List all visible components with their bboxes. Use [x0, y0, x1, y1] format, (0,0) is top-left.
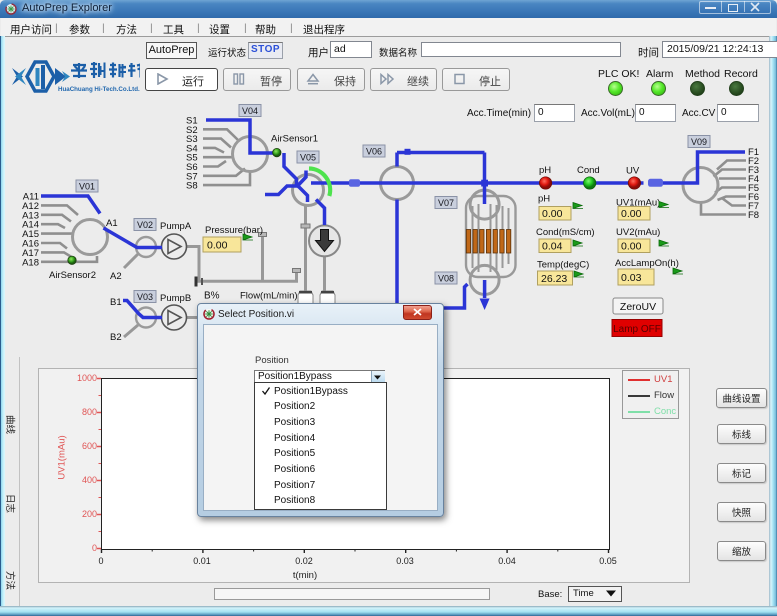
svg-text:Temp(degC): Temp(degC) [537, 260, 589, 271]
svg-text:A2: A2 [110, 271, 122, 282]
svg-text:F8: F8 [748, 210, 759, 221]
svg-text:V05: V05 [300, 153, 316, 163]
svg-text:A1: A1 [106, 218, 118, 229]
svg-text:0.03: 0.03 [621, 272, 642, 284]
svg-text:0.00: 0.00 [207, 240, 228, 252]
svg-text:AirSensor2: AirSensor2 [49, 270, 96, 281]
svg-text:Flow(mL/min): Flow(mL/min) [240, 291, 298, 302]
svg-text:B%: B% [204, 291, 220, 302]
svg-text:UV2(mAu): UV2(mAu) [616, 227, 660, 238]
svg-text:PumpA: PumpA [160, 221, 192, 232]
svg-text:V01: V01 [79, 182, 95, 192]
svg-text:B1: B1 [110, 297, 122, 308]
svg-text:B2: B2 [110, 332, 122, 343]
svg-text:UV: UV [626, 166, 640, 177]
svg-text:V06: V06 [366, 147, 382, 157]
svg-text:Pressure(bar): Pressure(bar) [205, 225, 263, 236]
svg-text:A18: A18 [22, 257, 39, 268]
svg-text:V04: V04 [242, 106, 258, 116]
svg-text:V08: V08 [438, 274, 454, 284]
svg-text:pH: pH [538, 194, 550, 205]
svg-text:Cond(mS/cm): Cond(mS/cm) [536, 227, 595, 238]
svg-text:V09: V09 [691, 137, 707, 147]
svg-text:V03: V03 [137, 292, 153, 302]
svg-text:V02: V02 [137, 220, 153, 230]
svg-text:HuaChuang Hi-Tech.Co.Ltd.: HuaChuang Hi-Tech.Co.Ltd. [58, 86, 140, 93]
svg-text:pH: pH [539, 165, 551, 176]
svg-text:0.00: 0.00 [621, 241, 642, 253]
svg-text:0.04: 0.04 [542, 241, 563, 253]
svg-text:AirSensor1: AirSensor1 [271, 134, 318, 145]
svg-text:S8: S8 [186, 181, 198, 192]
svg-text:PumpB: PumpB [160, 293, 191, 304]
svg-text:AccLampOn(h): AccLampOn(h) [615, 258, 679, 269]
svg-text:V07: V07 [438, 198, 454, 208]
svg-text:Cond: Cond [577, 165, 600, 176]
svg-text:Lamp OFF: Lamp OFF [613, 324, 661, 335]
svg-text:0.00: 0.00 [542, 208, 563, 220]
svg-text:ZeroUV: ZeroUV [620, 301, 656, 313]
svg-text:0.00: 0.00 [621, 208, 642, 220]
svg-text:26.23: 26.23 [541, 273, 567, 285]
